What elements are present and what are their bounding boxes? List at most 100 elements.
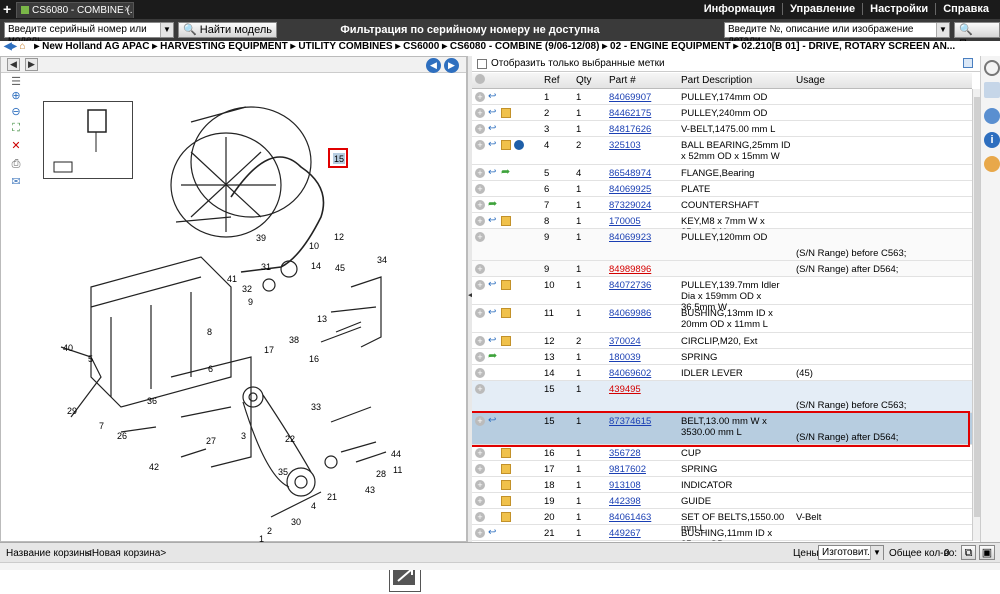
magnifier-icon[interactable] [984,60,1000,76]
row-part-link[interactable]: 84069925 [609,184,679,195]
row-part-link[interactable]: 84069907 [609,92,679,103]
callout-label[interactable]: 2 [267,526,272,536]
callout-label[interactable]: 14 [311,261,321,271]
callout-label[interactable]: 17 [264,345,274,355]
callout-label[interactable]: 6 [208,364,213,374]
callout-label[interactable]: 33 [311,402,321,412]
expand-row-icon[interactable]: + [475,264,485,274]
chevron-down-icon[interactable]: ▼ [160,23,173,37]
callout-label[interactable]: 5 [88,354,93,364]
table-row[interactable]: +6 1 84069925 PLATE [472,181,972,197]
prev-page-icon[interactable]: ◀ [7,58,20,71]
expand-row-icon[interactable]: + [475,168,485,178]
basket-icon[interactable]: ▣ [979,545,995,560]
expand-row-icon[interactable]: + [475,384,485,394]
row-part-link[interactable]: 9817602 [609,464,679,475]
print-icon[interactable]: ⎙ [10,158,22,170]
callout-label[interactable]: 4 [311,501,316,511]
table-row[interactable]: +14 1 84069602 IDLER LEVER (45) [472,365,972,381]
prices-select[interactable]: Изготовит... ▼ [818,545,884,560]
row-part-link[interactable]: 449267 [609,528,679,539]
row-part-link[interactable]: 84069986 [609,308,679,319]
expand-row-icon[interactable]: + [475,184,485,194]
breadcrumb-item[interactable]: HARVESTING EQUIPMENT [160,41,288,52]
breadcrumb-item[interactable]: CS6000 [403,41,439,52]
callout-label[interactable]: 10 [309,241,319,251]
reply-arrow-icon[interactable]: ↩ [488,168,498,178]
package-icon[interactable] [501,280,511,290]
prev-diagram-icon[interactable]: ◀ [426,58,441,73]
expand-row-icon[interactable]: + [475,496,485,506]
expand-row-icon[interactable]: + [475,140,485,150]
package-icon[interactable] [501,308,511,318]
package-icon[interactable] [501,448,511,458]
only-selected-checkbox[interactable] [477,59,487,69]
expand-row-icon[interactable]: + [475,480,485,490]
package-icon[interactable] [501,496,511,506]
table-row[interactable]: + ↩ ➦ 5 4 86548974 FLANGE,Bearing [472,165,972,181]
new-tab-icon[interactable]: + [3,1,11,17]
expand-row-icon[interactable]: + [475,92,485,102]
callout-label[interactable]: 34 [377,255,387,265]
package-icon[interactable] [501,216,511,226]
table-row[interactable]: +20 1 84061463 SET OF BELTS,1550.00 mm L V-B… [472,509,972,534]
table-row[interactable]: +9 1 84989896 (S/N Range) after D564; [472,261,972,277]
reply-arrow-icon[interactable]: ↩ [488,108,498,118]
row-part-link[interactable]: 356728 [609,448,679,459]
clear-icon[interactable]: ✕ [10,140,22,152]
expand-row-icon[interactable]: + [475,448,485,458]
expand-row-icon[interactable]: + [475,336,485,346]
part-search-input[interactable]: Введите №, описание или изображение дета… [724,22,950,46]
close-tab-icon[interactable]: × [124,4,130,15]
row-part-link[interactable]: 439495 [609,384,679,395]
row-part-link[interactable]: 170005 [609,216,679,227]
table-row[interactable]: + ➦ 13 1 180039 SPRING [472,349,972,365]
table-row[interactable]: + ↩ 2 1 84462175 PULLEY,240mm OD [472,105,972,121]
callout-label[interactable]: 9 [248,297,253,307]
chevron-down-icon[interactable]: ▼ [936,23,949,37]
green-arrow-icon[interactable]: ➦ [501,167,511,178]
callout-label[interactable]: 41 [227,274,237,284]
callout-label[interactable]: 16 [309,354,319,364]
col-part[interactable]: Part # [609,75,636,86]
row-part-link[interactable]: 84061463 [609,512,679,523]
row-part-link[interactable]: 370024 [609,336,679,347]
menu-settings[interactable]: Настройки [862,3,936,15]
table-row[interactable]: +9 1 84069923 PULLEY,120mm OD (S/N Range) be… [472,229,972,261]
callout-label[interactable]: 13 [317,314,327,324]
package-icon[interactable] [501,336,511,346]
next-diagram-icon[interactable]: ▶ [444,58,459,73]
package-icon[interactable] [501,140,511,150]
reply-arrow-icon[interactable]: ↩ [488,216,498,226]
callout-label[interactable]: 8 [207,327,212,337]
col-desc[interactable]: Part Description [681,75,752,86]
expand-row-icon[interactable]: + [475,124,485,134]
chat-icon[interactable] [984,156,1000,172]
row-part-link[interactable]: 84817626 [609,124,679,135]
callout-label[interactable]: 39 [256,233,266,243]
expand-row-icon[interactable]: + [475,512,485,522]
row-part-link[interactable]: 180039 [609,352,679,363]
zoom-out-icon[interactable]: ⊖ [10,106,22,118]
serial-model-select[interactable]: Введите серийный номер или модель ▼ [4,22,174,46]
basket-name[interactable]: <Новая корзина> [86,548,166,559]
callout-label[interactable]: 3 [241,431,246,441]
row-part-link[interactable]: 87329024 [609,200,679,211]
expand-row-icon[interactable]: + [475,216,485,226]
expand-row-icon[interactable]: + [475,108,485,118]
callout-label[interactable]: 36 [147,396,157,406]
table-row[interactable]: +16 1 356728 CUP [472,445,972,461]
reply-arrow-icon[interactable]: ↩ [488,124,498,134]
callout-label[interactable]: 15 [334,154,344,164]
package-icon[interactable] [501,512,511,522]
reply-arrow-icon[interactable]: ↩ [488,92,498,102]
parts-scrollbar[interactable] [972,89,980,541]
row-part-link[interactable]: 84462175 [609,108,679,119]
callout-label[interactable]: 11 [393,465,402,475]
breadcrumb-item[interactable]: 02.210[B 01] - DRIVE, ROTARY SCREEN AN..… [741,41,955,52]
callout-label[interactable]: 1 [259,534,264,542]
expand-row-icon[interactable]: + [475,352,485,362]
row-part-link[interactable]: 84069602 [609,368,679,379]
table-row[interactable]: +18 1 913108 INDICATOR [472,477,972,493]
table-row[interactable]: + ↩ 12 2 370024 CIRCLIP,M20, Ext [472,333,972,349]
